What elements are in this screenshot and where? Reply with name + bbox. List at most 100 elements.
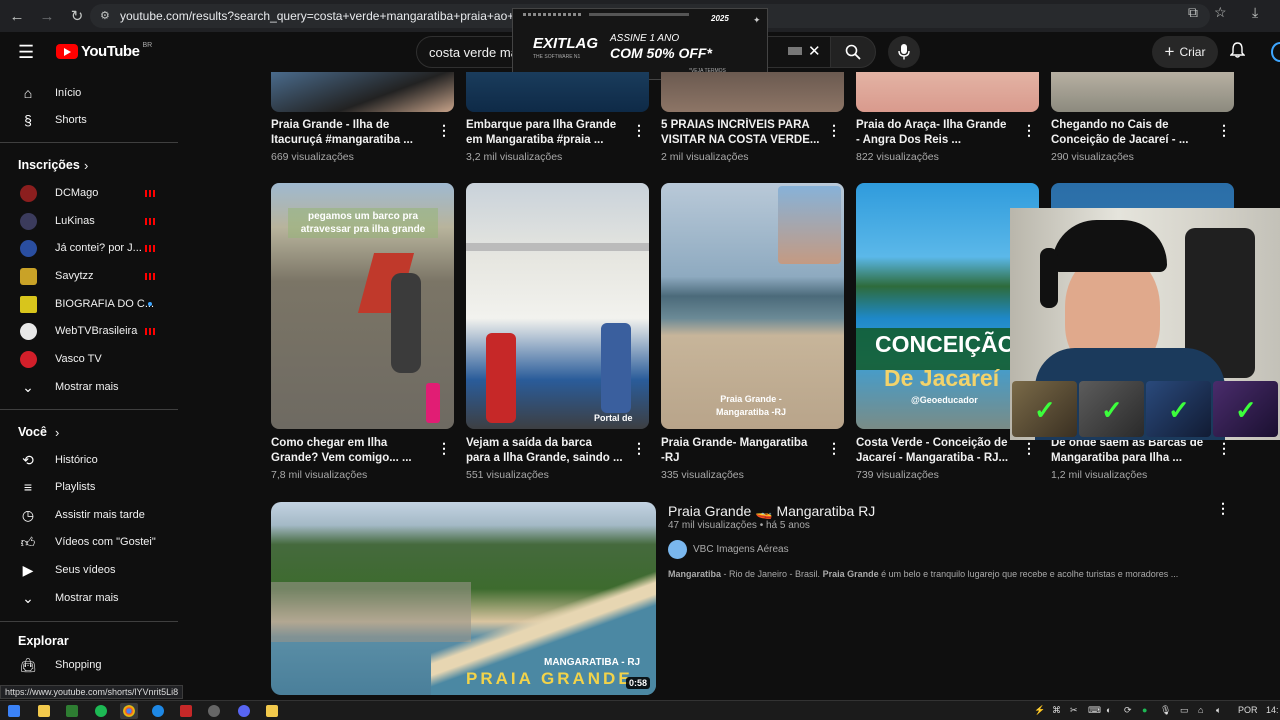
sidebar-sub-lukinas[interactable]: LuKinas (0, 208, 178, 234)
clock[interactable]: 14: (1266, 705, 1279, 715)
video-title[interactable]: 5 PRAIAS INCRÍVEIS PARA VISITAR NA COSTA … (661, 118, 821, 148)
more-options-icon[interactable]: ⋮ (1217, 440, 1231, 457)
clear-search-icon[interactable]: ✕ (808, 42, 821, 60)
sidebar-item-watch-later[interactable]: ◷ Assistir mais tarde (0, 502, 178, 528)
sidebar-sub-savytzz[interactable]: Savytzz (0, 263, 178, 289)
tray-icon[interactable]: ⚡ (1034, 705, 1045, 716)
video-thumbnail[interactable] (661, 72, 844, 112)
short-title[interactable]: Costa Verde - Conceição de Jacareí - Mang… (856, 436, 1016, 466)
more-options-icon[interactable]: ⋮ (1022, 440, 1036, 457)
sidebar-item-label: Vasco TV (55, 353, 102, 365)
sidebar-item-home[interactable]: ⌂ Início (0, 80, 178, 106)
volume-icon[interactable]: 🔈︎ (1216, 705, 1221, 716)
channel-name[interactable]: VBC Imagens Aéreas (693, 544, 789, 555)
sidebar-sub-webtvbrasileira[interactable]: WebTVBrasileira (0, 318, 178, 344)
video-title[interactable]: Embarque para Ilha Grande em Mangaratiba … (466, 118, 626, 148)
sidebar-item-shopping[interactable]: 👜︎ Shopping (0, 652, 178, 678)
spotify-icon[interactable] (95, 705, 107, 717)
channel-avatar[interactable] (668, 540, 687, 559)
short-thumbnail[interactable]: Praia Grande - Mangaratiba -RJ (661, 183, 844, 429)
video-title[interactable]: Chegando no Cais de Conceição de Jacareí … (1051, 118, 1211, 148)
app-icon[interactable] (66, 705, 78, 717)
sidebar-you-heading[interactable]: Você › (0, 419, 178, 445)
exitlag-ad-banner[interactable]: 2025 ✦ EXITLAG THE SOFTWARE N1 ASSINE 1 … (512, 8, 768, 80)
steam-icon[interactable] (208, 705, 220, 717)
sidebar-subscriptions-heading[interactable]: Inscrições › (0, 152, 178, 178)
sidebar-item-history[interactable]: ⟲ Histórico (0, 447, 178, 473)
windows-start-icon[interactable] (8, 705, 20, 717)
search-button[interactable] (830, 36, 876, 68)
create-button[interactable]: + Criar (1152, 36, 1218, 68)
more-options-icon[interactable]: ⋮ (437, 122, 451, 139)
more-options-icon[interactable]: ⋮ (437, 440, 451, 457)
check-icon: ✓ (1034, 395, 1056, 425)
video-title[interactable]: Praia do Araça- Ilha Grande - Angra Dos R… (856, 118, 1016, 148)
short-title[interactable]: Como chegar em Ilha Grande? Vem comigo...… (271, 436, 431, 466)
video-thumbnail[interactable] (466, 72, 649, 112)
more-options-icon[interactable]: ⋮ (1217, 122, 1231, 139)
file-explorer-icon[interactable] (38, 705, 50, 717)
video-thumbnail[interactable] (271, 72, 454, 112)
short-thumbnail[interactable]: pegamos um barco pra atravessar pra ilha… (271, 183, 454, 429)
video-thumbnail[interactable] (856, 72, 1039, 112)
download-icon[interactable]: ⤓ (1252, 4, 1258, 21)
more-options-icon[interactable]: ⋮ (632, 440, 646, 457)
video-thumbnail[interactable]: MANGARATIBA - RJ PRAIA GRANDE (271, 502, 656, 695)
sidebar-show-more-subs[interactable]: ⌄ Mostrar mais (0, 374, 178, 400)
sidebar-item-liked[interactable]: 👍︎ Vídeos com "Gostei" (0, 529, 178, 555)
chevron-right-icon: › (84, 157, 89, 173)
voice-search-button[interactable] (888, 36, 920, 68)
youtube-logo[interactable]: YouTube BR (56, 42, 152, 60)
forward-icon[interactable]: → (34, 3, 60, 29)
short-views: 1,2 mil visualizações (1051, 469, 1148, 481)
reload-icon[interactable]: ↻ (64, 3, 90, 29)
folder-icon[interactable] (266, 705, 278, 717)
short-thumbnail[interactable]: Portal de (466, 183, 649, 429)
language-indicator[interactable]: POR (1238, 705, 1258, 715)
sidebar-item-your-videos[interactable]: ▶ Seus vídeos (0, 557, 178, 583)
site-info-icon[interactable]: ⚙ (100, 9, 110, 22)
battery-icon[interactable]: ▭ (1180, 705, 1189, 716)
more-options-icon[interactable]: ⋮ (1022, 122, 1036, 139)
notifications-bell-icon[interactable] (1229, 42, 1246, 62)
sidebar-item-playlists[interactable]: ≡ Playlists (0, 474, 178, 500)
more-options-icon[interactable]: ⋮ (1216, 500, 1230, 517)
avatar[interactable] (1271, 42, 1280, 62)
ad-settings-icon[interactable]: ✦ (753, 15, 761, 26)
sidebar-sub-ja-contei[interactable]: Já contei? por J... (0, 235, 178, 261)
video-title[interactable]: Praia Grande 🚤 Mangaratiba RJ (668, 503, 875, 520)
back-icon[interactable]: ← (4, 3, 30, 29)
menu-icon[interactable]: ☰ (18, 42, 34, 63)
sidebar-sub-biografia[interactable]: BIOGRAFIA DO C... (0, 291, 178, 317)
app-icon[interactable] (180, 705, 192, 717)
more-options-icon[interactable]: ⋮ (827, 440, 841, 457)
sidebar-item-shorts[interactable]: § Shorts (0, 107, 178, 133)
sidebar-sub-vasco-tv[interactable]: Vasco TV (0, 346, 178, 372)
tray-icon[interactable]: ⌨ (1088, 705, 1101, 716)
more-options-icon[interactable]: ⋮ (827, 122, 841, 139)
ad-line1: ASSINE 1 ANO (610, 33, 680, 44)
bookmark-star-icon[interactable]: ☆ (1214, 4, 1227, 21)
cast-icon[interactable]: ⧉ (1188, 4, 1198, 21)
network-icon[interactable]: ⌂ (1198, 705, 1203, 715)
short-title[interactable]: Vejam a saída da barca para a Ilha Grande… (466, 436, 626, 466)
tray-icon[interactable]: ⟳ (1124, 705, 1132, 716)
short-title[interactable]: Praia Grande- Mangaratiba -RJ (661, 436, 821, 466)
sidebar-sub-dcmago[interactable]: DCMago (0, 180, 178, 206)
discord-icon[interactable] (238, 705, 250, 717)
keyboard-icon[interactable] (788, 47, 802, 55)
tray-icon[interactable]: ✂ (1070, 705, 1078, 716)
more-options-icon[interactable]: ⋮ (632, 122, 646, 139)
video-thumbnail[interactable] (1051, 72, 1234, 112)
spotify-tray-icon[interactable]: ● (1142, 705, 1147, 715)
microphone-tray-icon[interactable]: 🎙︎ (1160, 705, 1171, 716)
windows-taskbar: ⚡ ⌘ ✂ ⌨ ◐ ⟳ ● 🎙︎ ▭ ⌂ 🔈︎ POR 14: (0, 700, 1280, 720)
sidebar-show-more-you[interactable]: ⌄ Mostrar mais (0, 585, 178, 611)
tray-icon[interactable]: ◐ (1106, 705, 1111, 715)
ad-line2: COM 50% OFF* (610, 45, 712, 61)
short-title[interactable]: De onde saem as Barcas de Mangaratiba par… (1051, 436, 1211, 466)
video-title[interactable]: Praia Grande - Ilha de Itacuruçá #mangara… (271, 118, 431, 148)
app-icon[interactable] (152, 705, 164, 717)
tray-icon[interactable]: ⌘ (1052, 705, 1061, 716)
thumbnail-caption: Portal de (594, 413, 633, 423)
